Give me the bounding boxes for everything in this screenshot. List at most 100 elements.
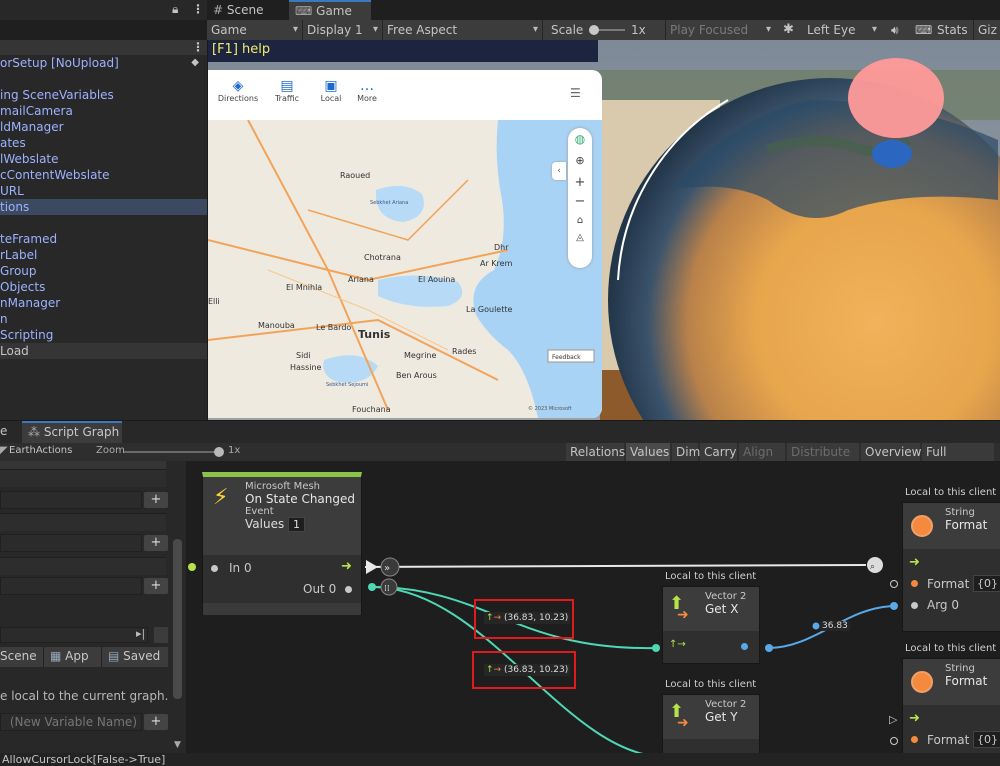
hierarchy-item[interactable]: Scripting [0, 327, 207, 343]
bb-scrollbar[interactable] [173, 539, 182, 699]
game-view[interactable]: ◈ Directions ▤ Traffic ▣ Local … More ☰ Raou… [208, 40, 1000, 420]
bb-field-3[interactable] [0, 577, 142, 595]
add-variable-1-button[interactable]: + [144, 492, 168, 508]
event-node[interactable]: ⚡︎ Microsoft Mesh On State Changed Event… [202, 472, 362, 615]
map-locate-icon[interactable]: ⊕ [568, 154, 592, 167]
in0-port[interactable] [211, 565, 218, 572]
hierarchy-item[interactable]: cContentWebslate [0, 167, 207, 183]
gety-node[interactable]: ⬆ ➜ Vector 2 Get Y [662, 694, 760, 753]
getx-input-port[interactable] [652, 644, 660, 652]
graph-canvas[interactable]: » ⁞⁞ ⌕ ⚡︎ Microsoft Mesh On State Change… [186, 461, 1000, 753]
format1-outer-arg-port[interactable] [890, 602, 898, 610]
hierarchy-item[interactable]: ldManager [0, 119, 207, 135]
hierarchy-item[interactable]: Objects [0, 279, 207, 295]
format2-flow-in-icon[interactable]: ➜ [909, 711, 920, 726]
display-select[interactable]: Display 1 [303, 20, 383, 40]
tab-game[interactable]: ⌨ Game [289, 0, 371, 20]
map-zoom-in-icon[interactable]: + [568, 175, 592, 190]
tab-scene[interactable]: # Scene [207, 0, 289, 20]
scope-tab-saved[interactable]: ▤ Saved [102, 647, 168, 667]
eye-select[interactable]: Left Eye [803, 20, 881, 40]
scope-tab-app[interactable]: ▦ App [44, 647, 102, 667]
bb-scroll-button[interactable] [154, 627, 168, 643]
new-variable-input[interactable]: (New Variable Name) [0, 713, 142, 731]
map-settings-icon[interactable]: ☰ [570, 86, 581, 100]
format2-outer-format-port[interactable] [890, 737, 898, 745]
map-layers-icon[interactable]: ◬ [568, 232, 592, 243]
format1-flow-in-icon[interactable]: ➜ [909, 555, 920, 570]
bb-search-icon[interactable]: ▸| [136, 627, 145, 640]
map-tab-local[interactable]: ▣ Local [314, 78, 348, 103]
breadcrumb[interactable]: EarthActions [9, 445, 72, 456]
hierarchy-item[interactable]: n [0, 311, 207, 327]
keyboard-icon[interactable]: ⌨ [911, 20, 933, 40]
hierarchy-item[interactable]: Group [0, 263, 207, 279]
audio-icon[interactable]: 🔊︎ [887, 20, 907, 40]
format2-flow-port[interactable]: ▷ [889, 713, 897, 726]
view-select[interactable]: Game [207, 20, 303, 40]
zoom-slider-track[interactable] [124, 451, 220, 453]
add-variable-3-button[interactable]: + [144, 578, 168, 594]
out0-node-port[interactable] [345, 586, 352, 593]
bb-search-field[interactable] [0, 627, 148, 643]
hierarchy-item[interactable] [0, 71, 207, 87]
format2-node[interactable]: String Format ➜ Format {0} [902, 658, 1000, 753]
tab-partial-label[interactable]: e [0, 424, 7, 438]
hierarchy-item[interactable]: teFramed [0, 231, 207, 247]
add-variable-button[interactable]: + [144, 714, 168, 730]
format1-node[interactable]: String Format ➜ Format {0} Arg 0 [902, 502, 1000, 632]
map-tab-more[interactable]: … More [350, 78, 384, 103]
add-variable-2-button[interactable]: + [144, 535, 168, 551]
getx-node[interactable]: ⬆ ➜ Vector 2 Get X ↑→ [662, 586, 760, 664]
hierarchy-item[interactable]: ing SceneVariables [0, 87, 207, 103]
graph-toolbar-button-distribute[interactable]: Distribute [787, 443, 859, 461]
hierarchy-item[interactable]: tions [0, 199, 207, 215]
format1-arg-port[interactable] [911, 602, 918, 609]
tab-script-graph[interactable]: ⁂ Script Graph [22, 421, 122, 443]
hierarchy-item[interactable]: mailCamera [0, 103, 207, 119]
aspect-select[interactable]: Free Aspect [383, 20, 543, 40]
gizmos-button[interactable]: Giz [973, 20, 1000, 40]
map-webslate[interactable]: ◈ Directions ▤ Traffic ▣ Local … More ☰ Raou… [208, 70, 602, 418]
hierarchy-item[interactable]: URL [0, 183, 207, 199]
format2-format-value[interactable]: {0} [973, 731, 1000, 748]
out0-port[interactable] [368, 583, 376, 591]
graph-toolbar-button-relations[interactable]: Relations [566, 443, 625, 461]
format1-format-port[interactable] [911, 580, 918, 587]
map-earth-icon[interactable]: ◍ [568, 132, 592, 146]
map-tab-directions[interactable]: ◈ Directions [216, 78, 260, 103]
hierarchy-item[interactable]: lWebslate [0, 151, 207, 167]
map-canvas[interactable]: Raoued Sebkhet Ariana Chotrana Ariana Dhr El … [208, 120, 602, 418]
graph-toolbar-button-carry[interactable]: Carry [700, 443, 737, 461]
getx-output-port[interactable] [741, 643, 748, 650]
graph-toolbar-button-dim[interactable]: Dim [672, 443, 700, 461]
event-values-count[interactable]: 1 [288, 517, 306, 532]
map-collapse-icon[interactable]: ‹ [552, 162, 566, 180]
hierarchy-item[interactable]: ates [0, 135, 207, 151]
hierarchy-item[interactable]: Load [0, 343, 207, 359]
hierarchy-item[interactable] [0, 215, 207, 231]
format1-outer-format-port[interactable] [890, 580, 898, 588]
graph-toolbar-button-values[interactable]: Values [626, 443, 670, 461]
menu-icon[interactable]: ⋮ [192, 2, 204, 16]
bb-field-1[interactable] [0, 491, 142, 509]
scene-menu-icon[interactable]: ⋮ [192, 40, 204, 54]
map-compass-icon[interactable]: ⌂ [568, 215, 592, 226]
graph-toolbar-button-overview[interactable]: Overview [861, 443, 922, 461]
scale-control[interactable]: Scale 1x [547, 20, 665, 40]
format2-format-port[interactable] [911, 736, 918, 743]
flow-out-icon[interactable]: ➜ [341, 559, 352, 574]
graph-toolbar-button-align[interactable]: Align [739, 443, 785, 461]
bug-icon[interactable]: ✱ [779, 20, 801, 40]
hierarchy-item[interactable]: nManager [0, 295, 207, 311]
map-tab-traffic[interactable]: ▤ Traffic [270, 78, 304, 103]
bb-field-2[interactable] [0, 534, 142, 552]
getx-float-port[interactable] [765, 644, 773, 652]
format1-format-value[interactable]: {0} [973, 575, 1000, 592]
hierarchy-item[interactable]: rLabel [0, 247, 207, 263]
hierarchy-item[interactable]: orSetup [NoUpload] ◆ [0, 55, 207, 71]
play-focused-select[interactable]: Play Focused [665, 20, 775, 40]
map-zoom-out-icon[interactable]: − [568, 194, 592, 209]
scope-tab-scene[interactable]: Scene [0, 647, 44, 667]
left-flow-port[interactable] [188, 563, 196, 571]
